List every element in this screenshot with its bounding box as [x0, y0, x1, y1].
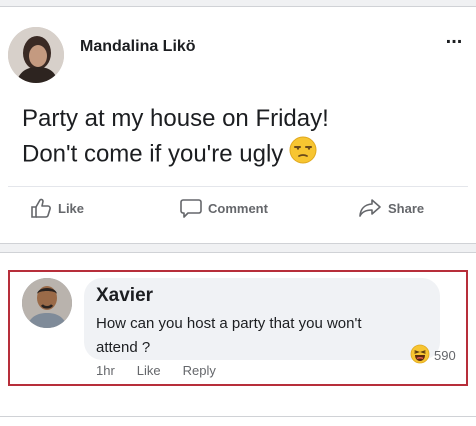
- post-text-line-2: Don't come if you're ugly: [22, 136, 462, 174]
- haha-reaction-icon: [410, 344, 430, 367]
- post-author-avatar[interactable]: [8, 27, 64, 83]
- post-text: Party at my house on Friday! Don't come …: [22, 101, 462, 174]
- bottom-divider: [0, 416, 476, 417]
- like-icon: [30, 198, 52, 218]
- comment-label: Comment: [208, 200, 268, 216]
- comment-icon: [180, 198, 202, 218]
- comment-text: How can you host a party that you won't …: [96, 315, 362, 356]
- post-text-line-2-content: Don't come if you're ugly: [22, 140, 284, 168]
- like-button[interactable]: Like: [30, 197, 84, 219]
- post-text-line-1: Party at my house on Friday!: [22, 105, 329, 132]
- comment-reactions[interactable]: 590: [410, 344, 456, 367]
- comment-button[interactable]: Comment: [180, 197, 268, 219]
- share-icon: [358, 198, 382, 218]
- unamused-emoji-icon: [289, 136, 317, 174]
- comment-author-avatar[interactable]: [22, 278, 72, 328]
- share-button[interactable]: Share: [358, 197, 424, 219]
- post-divider: [8, 186, 468, 187]
- comment-reply-link[interactable]: Reply: [183, 363, 216, 378]
- comment-like-link[interactable]: Like: [137, 363, 161, 378]
- reaction-count: 590: [434, 348, 456, 363]
- like-label: Like: [58, 200, 85, 216]
- share-label: Share: [388, 200, 425, 216]
- comment-author-name[interactable]: Xavier: [96, 285, 153, 307]
- more-options-icon[interactable]: ...: [442, 27, 466, 48]
- post-author-name[interactable]: Mandalina Likö: [80, 38, 196, 56]
- comment-meta: 1hr Like Reply: [96, 363, 216, 378]
- comment-time: 1hr: [96, 363, 115, 378]
